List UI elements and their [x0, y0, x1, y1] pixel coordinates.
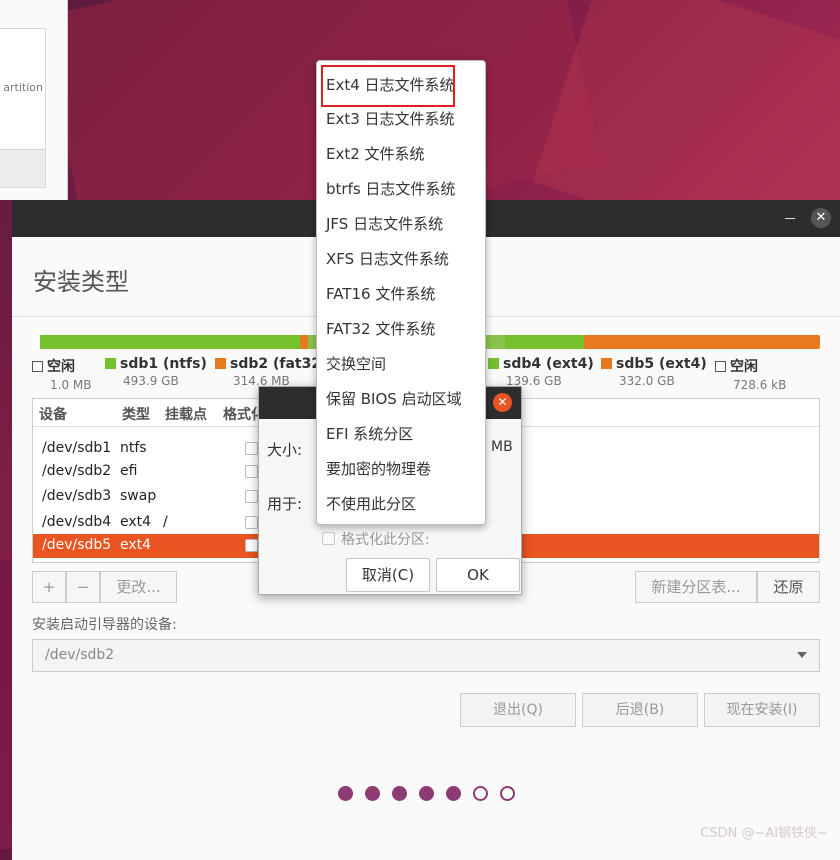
cancel-button[interactable]: 取消(C)	[346, 558, 430, 592]
legend-name: sdb1 (ntfs)	[120, 356, 207, 372]
legend-name: sdb5 (ext4)	[616, 356, 707, 372]
install-now-button[interactable]: 现在安装(I)	[704, 693, 820, 727]
size-unit: MB	[491, 439, 513, 455]
legend-size: 1.0 MB	[50, 378, 92, 392]
close-window-button[interactable]: ✕	[811, 208, 831, 228]
cell-type: swap	[120, 488, 157, 504]
legend-item: sdb5 (ext4) 332.0 GB	[601, 356, 707, 388]
legend-swatch	[488, 358, 499, 369]
cell-device: /dev/sdb4	[42, 514, 112, 530]
menu-item-jfs[interactable]: JFS 日志文件系统	[317, 207, 485, 242]
boot-loader-select[interactable]: /dev/sdb2	[32, 639, 820, 672]
change-partition-button[interactable]: 更改...	[100, 571, 177, 603]
menu-item-ext4[interactable]: Ext4 日志文件系统	[321, 65, 455, 107]
ok-button[interactable]: OK	[436, 558, 520, 592]
format-checkbox[interactable]	[245, 490, 258, 503]
progress-dot-filled	[392, 786, 407, 801]
legend-swatch	[215, 358, 226, 369]
progress-dot-filled	[338, 786, 353, 801]
legend-size: 332.0 GB	[619, 374, 675, 388]
menu-item-ext2[interactable]: Ext2 文件系统	[317, 137, 485, 172]
background-panel-text: artition	[3, 81, 43, 94]
format-checkbox[interactable]	[245, 465, 258, 478]
cell-device: /dev/sdb2	[42, 463, 112, 479]
filesystem-menu: Ext4 日志文件系统 Ext3 日志文件系统 Ext2 文件系统 btrfs …	[316, 60, 486, 525]
progress-dot-filled	[446, 786, 461, 801]
menu-item-efi[interactable]: EFI 系统分区	[317, 417, 485, 452]
format-checkbox[interactable]	[245, 539, 258, 552]
partition-bar-segment	[32, 335, 40, 349]
menu-item-bios-boot[interactable]: 保留 BIOS 启动区域	[317, 382, 485, 417]
legend-swatch	[105, 358, 116, 369]
column-header-type[interactable]: 类型	[122, 404, 150, 424]
cell-type: efi	[120, 463, 138, 479]
progress-dot-filled	[419, 786, 434, 801]
menu-item-do-not-use[interactable]: 不使用此分区	[317, 487, 485, 522]
menu-item-swap[interactable]: 交换空间	[317, 347, 485, 382]
cell-mount: /	[163, 514, 168, 530]
cell-device: /dev/sdb5	[42, 537, 112, 553]
menu-item-fat16[interactable]: FAT16 文件系统	[317, 277, 485, 312]
legend-size: 493.9 GB	[123, 374, 179, 388]
menu-item-fat32[interactable]: FAT32 文件系统	[317, 312, 485, 347]
revert-button[interactable]: 还原	[757, 571, 820, 603]
dropdown-arrow-icon	[797, 652, 807, 658]
format-checkbox[interactable]	[245, 442, 258, 455]
legend-item: sdb1 (ntfs) 493.9 GB	[105, 356, 207, 388]
legend-swatch	[32, 361, 43, 372]
quit-button[interactable]: 退出(Q)	[460, 693, 576, 727]
boot-loader-label: 安装启动引导器的设备:	[32, 617, 177, 633]
boot-loader-value: /dev/sdb2	[45, 647, 115, 663]
menu-item-btrfs[interactable]: btrfs 日志文件系统	[317, 172, 485, 207]
legend-swatch	[715, 361, 726, 372]
column-header-device[interactable]: 设备	[39, 404, 67, 424]
progress-dot-filled	[365, 786, 380, 801]
partition-bar-segment	[39, 335, 300, 349]
background-window: artition	[0, 0, 68, 200]
legend-item: 空闲 728.6 kB	[715, 356, 786, 392]
legend-item: 空闲 1.0 MB	[32, 356, 91, 392]
cell-device: /dev/sdb1	[42, 440, 112, 456]
column-header-mount[interactable]: 挂载点	[165, 404, 207, 424]
legend-size: 728.6 kB	[733, 378, 787, 392]
legend-name: sdb4 (ext4)	[503, 356, 594, 372]
cell-type: ext4	[120, 537, 152, 553]
menu-item-encrypted[interactable]: 要加密的物理卷	[317, 452, 485, 487]
menu-item-xfs[interactable]: XFS 日志文件系统	[317, 242, 485, 277]
add-partition-button[interactable]: +	[32, 571, 66, 603]
cell-type: ext4	[120, 514, 152, 530]
dialog-close-button[interactable]: ✕	[493, 393, 512, 412]
partition-bar-segment	[504, 335, 584, 349]
legend-item: sdb4 (ext4) 139.6 GB	[488, 356, 594, 388]
background-panel: artition	[0, 28, 46, 188]
legend-name: sdb2 (fat32)	[230, 356, 328, 372]
legend-name: 空闲	[730, 359, 758, 375]
cell-device: /dev/sdb3	[42, 488, 112, 504]
watermark: CSDN @~AI钢铁侠~	[700, 826, 828, 841]
use-as-label: 用于:	[267, 495, 303, 513]
page-title: 安装类型	[33, 268, 129, 296]
legend-item: sdb2 (fat32) 314.6 MB	[215, 356, 328, 388]
cell-type: ntfs	[120, 440, 147, 456]
remove-partition-button[interactable]: −	[66, 571, 100, 603]
minimize-icon[interactable]	[785, 218, 795, 219]
back-button[interactable]: 后退(B)	[582, 693, 698, 727]
format-partition-label: 格式化此分区:	[341, 532, 430, 548]
menu-item-ext3[interactable]: Ext3 日志文件系统	[317, 102, 485, 137]
background-panel-footer	[0, 149, 45, 187]
progress-dot-empty	[500, 786, 515, 801]
partition-bar-segment	[299, 335, 308, 349]
new-partition-table-button[interactable]: 新建分区表...	[635, 571, 757, 603]
format-checkbox[interactable]	[245, 516, 258, 529]
format-partition-checkbox[interactable]	[322, 532, 335, 545]
legend-swatch	[601, 358, 612, 369]
legend-name: 空闲	[47, 359, 75, 375]
partition-bar-segment	[583, 335, 820, 349]
size-label: 大小:	[267, 441, 303, 459]
progress-dot-empty	[473, 786, 488, 801]
